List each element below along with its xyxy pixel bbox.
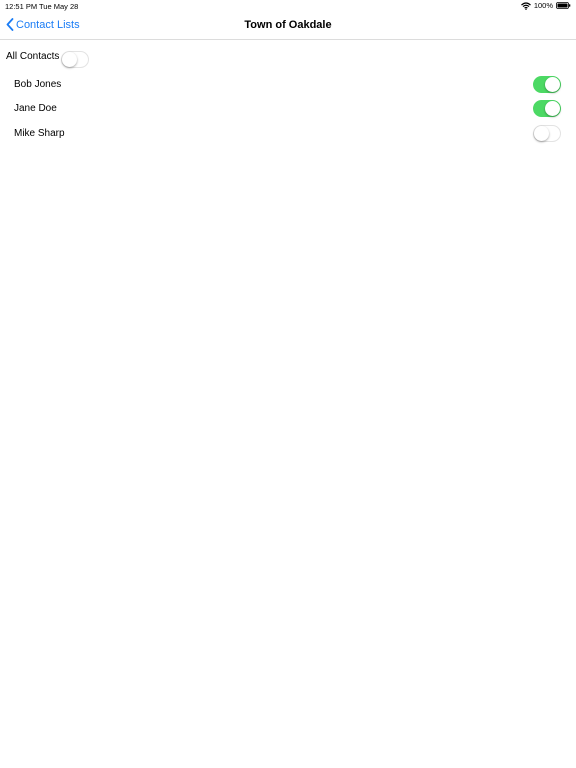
contact-toggle-bob-jones[interactable]: [533, 76, 561, 93]
navigation-bar: Contact Lists Town of Oakdale: [0, 12, 576, 40]
contact-name-jane-doe: Jane Doe: [14, 103, 57, 114]
page-title: Town of Oakdale: [244, 19, 332, 31]
battery-percent: 100%: [533, 1, 553, 10]
status-bar: 12:51 PM Tue May 28 100%: [0, 0, 576, 12]
toggle-knob: [62, 52, 77, 67]
contact-name-bob-jones: Bob Jones: [14, 79, 62, 90]
toggle-knob: [545, 101, 560, 116]
wifi-icon: [520, 1, 531, 10]
contact-name-mike-sharp: Mike Sharp: [14, 128, 65, 139]
contact-toggle-mike-sharp[interactable]: [533, 125, 561, 142]
status-indicators: 100%: [520, 1, 571, 10]
battery-icon: [556, 2, 571, 9]
all-contacts-label: All Contacts: [6, 51, 60, 62]
all-contacts-toggle[interactable]: [61, 51, 89, 68]
status-date: Tue May 28: [39, 2, 79, 11]
toggle-knob: [534, 126, 549, 141]
contact-toggle-jane-doe[interactable]: [533, 100, 561, 117]
toggle-knob: [545, 77, 560, 92]
status-time: 12:51 PM: [5, 2, 38, 11]
